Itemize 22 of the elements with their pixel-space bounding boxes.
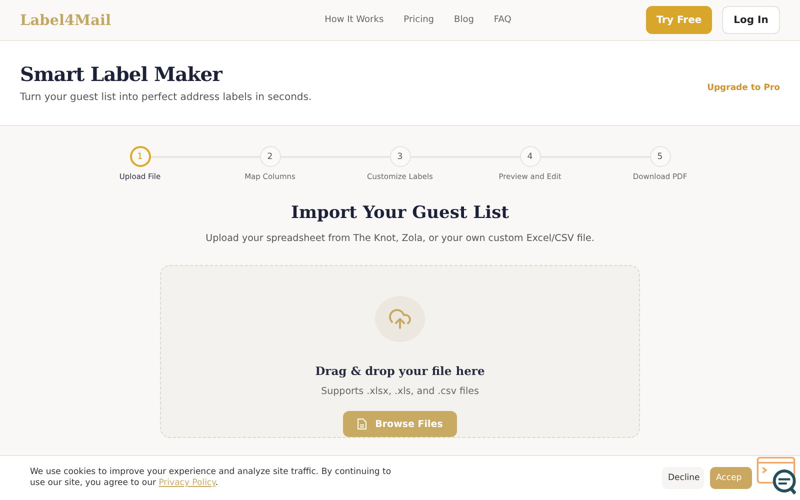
drop-title: Drag & drop your file here: [315, 364, 485, 378]
drop-zone[interactable]: Drag & drop your file here Supports .xlsx, .xls, and .csv files Browse Files: [160, 265, 640, 438]
drop-hint: Supports .xlsx, .xls, and .csv files: [321, 386, 479, 397]
step-number: 1: [130, 146, 150, 167]
decline-button[interactable]: Decline: [662, 467, 704, 489]
nav-link[interactable]: How It Works: [324, 15, 384, 25]
nav-link[interactable]: FAQ: [494, 15, 512, 25]
step-number: 2: [260, 146, 280, 167]
login-button[interactable]: Log In: [722, 6, 780, 34]
nav-link[interactable]: Pricing: [404, 15, 434, 25]
search-icon[interactable]: [756, 456, 796, 496]
file-icon: [357, 418, 368, 430]
page-subtitle: Turn your guest list into perfect address labels in seconds.: [20, 92, 313, 103]
section-subtitle: Upload your spreadsheet from The Knot, Zola, or your own custom Excel/CSV file.: [206, 233, 594, 244]
page-title: Smart Label Maker: [20, 63, 224, 86]
section-title: Import Your Guest List: [291, 203, 509, 223]
step-number: 3: [390, 146, 410, 167]
cookie-message: We use cookies to improve your experience and analyze site traffic. By continuing to use our site, you agree to our Privacy Policy.: [30, 466, 392, 490]
step-number: 5: [650, 146, 670, 167]
nav-link[interactable]: Blog: [454, 15, 474, 25]
upload-cloud-icon: [375, 296, 425, 342]
step-number: 4: [520, 146, 540, 167]
